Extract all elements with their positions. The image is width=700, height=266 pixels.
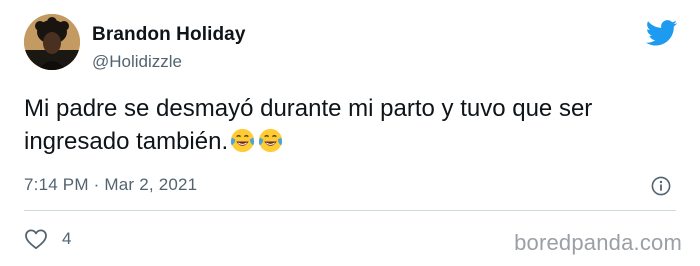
watermark: boredpanda.com <box>514 230 682 255</box>
face-with-tears-of-joy-icon <box>259 128 283 153</box>
divider <box>24 210 676 211</box>
face-with-tears-of-joy-icon <box>231 128 255 153</box>
tweet-card: Brandon Holiday @Holidizzle Mi padre se … <box>0 0 700 266</box>
author-handle[interactable]: @Holidizzle <box>92 52 182 72</box>
tweet-timestamp[interactable]: 7:14 PM · Mar 2, 2021 <box>24 175 197 195</box>
author-display-name[interactable]: Brandon Holiday <box>92 24 246 46</box>
tweet-text-line-1: Mi padre se desmayó durante mi parto y t… <box>24 95 593 122</box>
avatar[interactable] <box>24 14 80 70</box>
like-button[interactable]: 4 <box>24 228 71 250</box>
heart-icon <box>25 229 47 250</box>
tweet-text-line-2-words: ingresado también. <box>24 128 229 155</box>
info-icon[interactable] <box>651 176 671 196</box>
tweet-text-line-2: ingresado también. <box>24 125 664 158</box>
tweet-text: Mi padre se desmayó durante mi parto y t… <box>24 92 664 158</box>
twitter-bird-icon[interactable] <box>646 20 678 46</box>
like-count: 4 <box>62 229 72 248</box>
avatar-image <box>24 14 80 70</box>
